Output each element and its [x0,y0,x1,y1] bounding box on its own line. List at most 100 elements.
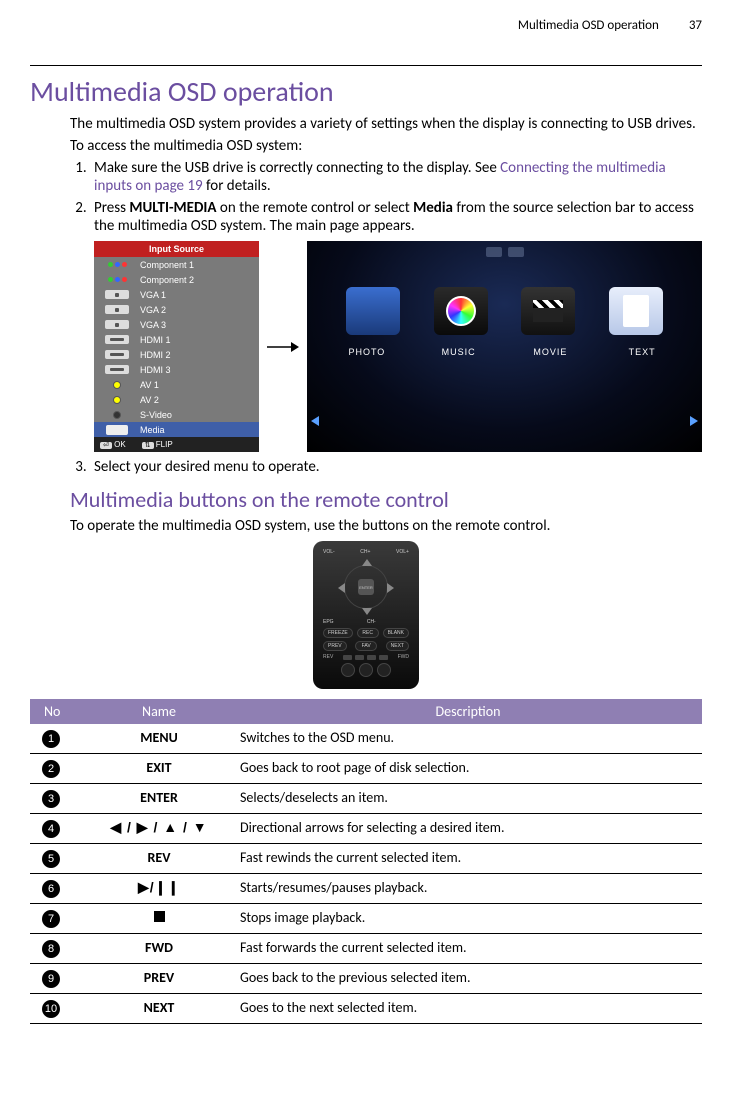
next-button[interactable]: NEXT [386,641,409,651]
header-no: No [30,699,84,724]
table-row: 7 Stops image playback. [30,904,702,934]
cell-name: ◀ / ▶ / ▲ / ▼ [84,814,234,844]
ch-up-label: CH+ [360,549,370,555]
media-label: Media [413,199,453,217]
remote-row-1: FREEZE REC BLANK [323,628,409,638]
table-row: 1 MENU Switches to the OSD menu. [30,724,702,754]
source-label: S-Video [140,410,172,420]
cell-name: NEXT [84,994,234,1024]
fav-button[interactable]: FAV [355,641,377,651]
av-icon [99,379,135,390]
usb-icon [99,424,135,435]
source-av-2[interactable]: AV 2 [94,392,259,407]
step-1: Make sure the USB drive is correctly con… [90,159,702,195]
movie-card[interactable] [521,287,575,335]
circle-button[interactable] [377,663,391,677]
vol-minus-label: VOL- [323,549,335,555]
vol-plus-label: VOL+ [396,549,409,555]
arrow-right-icon [267,339,299,355]
table-row: 9 PREV Goes back to the previous selecte… [30,964,702,994]
number-badge: 4 [42,820,60,838]
av-icon [99,394,135,405]
cell-no: 8 [30,934,84,964]
arrow-callout [265,241,301,452]
subsection-heading: Multimedia buttons on the remote control [70,486,702,513]
dpad[interactable]: ENTER [338,559,394,615]
step-2-text-a: Press [94,199,129,217]
enter-button[interactable]: ENTER [358,579,374,595]
table-header-row: No Name Description [30,699,702,724]
source-component-1[interactable]: Component 1 [94,257,259,272]
text-card[interactable] [609,287,663,335]
intro-paragraph-1: The multimedia OSD system provides a var… [70,115,702,133]
source-label: Component 2 [140,275,194,285]
source-vga-3[interactable]: VGA 3 [94,317,259,332]
cell-no: 9 [30,964,84,994]
ok-label: OK [114,440,126,449]
circle-button[interactable] [359,663,373,677]
source-vga-1[interactable]: VGA 1 [94,287,259,302]
cell-no: 6 [30,874,84,904]
media-nav-arrows [307,416,702,426]
nav-left-icon[interactable] [311,416,319,426]
source-media[interactable]: Media [94,422,259,437]
media-cards [307,257,702,341]
cell-desc: Fast rewinds the current selected item. [234,844,702,874]
source-vga-2[interactable]: VGA 2 [94,302,259,317]
dpad-left-icon[interactable] [338,583,345,593]
freeze-button[interactable]: FREEZE [323,628,353,638]
music-card[interactable] [434,287,488,335]
cell-name: MENU [84,724,234,754]
component-icon [99,274,135,285]
dpad-right-icon[interactable] [387,583,394,593]
ok-hint: ⏎ OK [100,440,126,449]
dpad-up-icon[interactable] [362,559,372,566]
prev-button[interactable]: PREV [323,641,347,651]
cell-desc: Selects/deselects an item. [234,784,702,814]
number-badge: 9 [42,970,60,988]
remote-row-2: PREV FAV NEXT [323,641,409,651]
cell-name: ENTER [84,784,234,814]
multi-media-label: MULTI-MEDIA [129,199,216,217]
movie-label: MOVIE [505,347,597,357]
source-av-1[interactable]: AV 1 [94,377,259,392]
source-hdmi-1[interactable]: HDMI 1 [94,332,259,347]
circle-button[interactable] [341,663,355,677]
number-badge: 5 [42,850,60,868]
table-row: 2 EXIT Goes back to root page of disk se… [30,754,702,784]
remote-figure: VOL- CH+ VOL+ ENTER EPG CH- FREEZE REC B… [30,541,702,689]
source-svideo[interactable]: S-Video [94,407,259,422]
source-label: VGA 3 [140,320,166,330]
dpad-down-icon[interactable] [362,608,372,615]
source-component-2[interactable]: Component 2 [94,272,259,287]
remote-row-3: REV FWD [323,654,409,660]
blank-button[interactable]: BLANK [383,628,409,638]
photo-card[interactable] [346,287,400,335]
step-2-text-b: on the remote control or select [217,199,414,217]
steps-list: Make sure the USB drive is correctly con… [90,159,702,476]
nav-right-icon[interactable] [690,416,698,426]
cell-name: ▶/❙❙ [84,874,234,904]
media-labels: PHOTO MUSIC MOVIE TEXT [307,341,702,363]
rev-label: REV [323,654,333,660]
subsection-intro: To operate the multimedia OSD system, us… [70,517,702,535]
svideo-icon [99,409,135,420]
figure-row: Input Source Component 1 Component 2 VGA… [94,241,702,452]
source-hdmi-3[interactable]: HDMI 3 [94,362,259,377]
source-label: VGA 2 [140,305,166,315]
cell-no: 3 [30,784,84,814]
media-main-page: PHOTO MUSIC MOVIE TEXT [307,241,702,452]
running-title: Multimedia OSD operation [518,18,659,33]
table-row: 10 NEXT Goes to the next selected item. [30,994,702,1024]
table-row: 5 REV Fast rewinds the current selected … [30,844,702,874]
cell-no: 4 [30,814,84,844]
updown-key-icon: ⇅ [142,442,154,449]
cell-no: 1 [30,724,84,754]
stop-icon [154,911,165,922]
source-label: AV 2 [140,395,159,405]
step-1-text-a: Make sure the USB drive is correctly con… [94,159,500,177]
rec-button[interactable]: REC [357,628,379,638]
source-label: HDMI 3 [140,365,171,375]
source-hdmi-2[interactable]: HDMI 2 [94,347,259,362]
cell-no: 7 [30,904,84,934]
